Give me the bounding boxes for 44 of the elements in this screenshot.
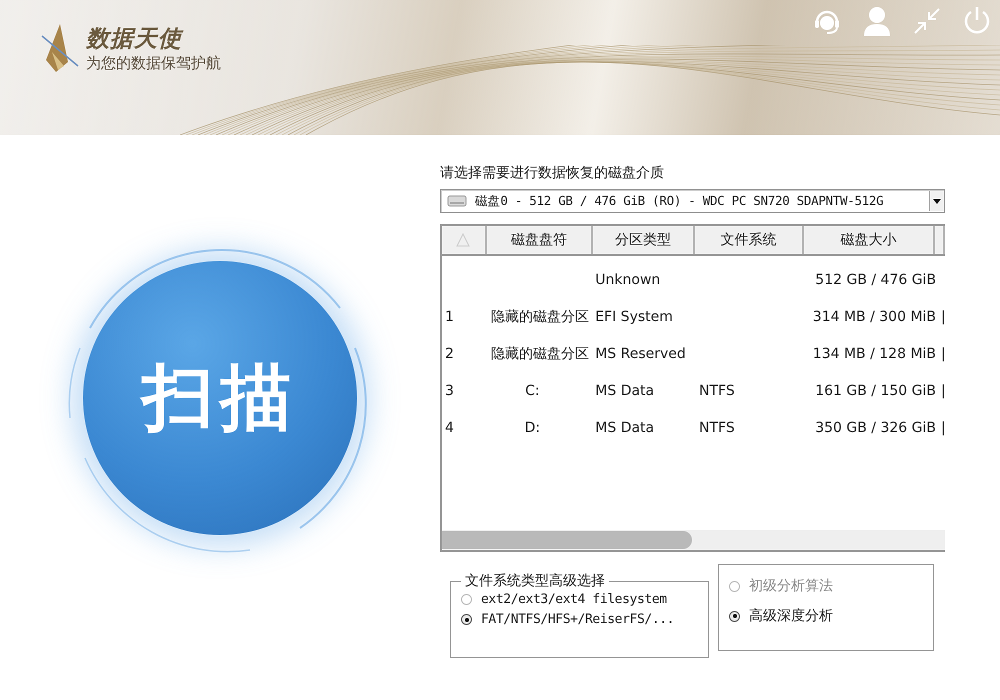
column-header[interactable]: 文件系统 [694, 226, 804, 254]
column-header[interactable]: 磁盘大小 [804, 226, 936, 254]
table-cell-text: 314 MB / 300 MiB [812, 308, 938, 324]
radio-option[interactable]: ext2/ext3/ext4 filesystem [461, 592, 698, 607]
scrollbar-thumb[interactable] [442, 531, 692, 549]
sort-icon[interactable] [456, 233, 470, 247]
table-cell-text: C: [524, 382, 541, 398]
table-cell-text: MS Data [594, 382, 656, 398]
caret-icon [933, 198, 941, 204]
table-cell-text: 161 GB / 150 GiB [814, 382, 937, 398]
radio-option[interactable]: 高级深度分析 [729, 607, 923, 625]
table-cell-text: 3 [444, 382, 455, 398]
horizontal-scrollbar[interactable] [442, 530, 945, 550]
table-cell-text: EFI System [594, 308, 674, 324]
table-cell-text: MS Data [594, 420, 656, 436]
brand-title: 数据天使 [86, 25, 184, 54]
table-cell-text: 512 GB / 476 GiB [814, 272, 938, 288]
table-cell-text: D: [524, 420, 542, 436]
table-cell-text: 350 GB / 326 GiB [814, 420, 937, 436]
disk-dropdown[interactable]: 磁盘0 - 512 GB / 476 GiB (RO) - WDC PC SN720 SDAPNTW-512G [440, 189, 945, 213]
table-cell-text: 2 [444, 346, 455, 362]
radio-icon[interactable] [729, 610, 740, 622]
table-cell-text: | [940, 382, 945, 398]
table-cell-text: MS Reserved [594, 346, 687, 362]
table-cell-text: 隐藏的磁盘分区 [490, 308, 590, 326]
table-cell-text: | [940, 308, 946, 324]
table-cell-text: 4 [444, 420, 455, 436]
radio-icon[interactable] [461, 594, 472, 605]
column-header[interactable]: 磁盘盘符 [486, 226, 593, 254]
table-cell-text: | [940, 346, 946, 362]
table-cell-text: NTFS [698, 382, 736, 398]
radio-option[interactable]: FAT/NTFS/HFS+/ReiserFS/... [461, 612, 698, 627]
table-cell-text: Unknown [594, 272, 662, 288]
table-cell-text: 1 [444, 308, 455, 324]
radio-icon[interactable] [461, 614, 472, 625]
column-header[interactable]: 分区类型 [592, 226, 695, 254]
table-cell-text: 隐藏的磁盘分区 [490, 344, 590, 362]
disk-select-label: 请选择需要进行数据恢复的磁盘介质 [440, 164, 665, 182]
group-legend: 文件系统类型高级选择 [461, 572, 609, 590]
table-cell-text: | [940, 420, 945, 436]
drive-icon [447, 195, 467, 207]
table-cell-text: 134 MB / 128 MiB [812, 346, 938, 362]
table-cell-text: NTFS [698, 420, 736, 436]
brand-slogan: 为您的数据保驾护航 [86, 54, 221, 73]
